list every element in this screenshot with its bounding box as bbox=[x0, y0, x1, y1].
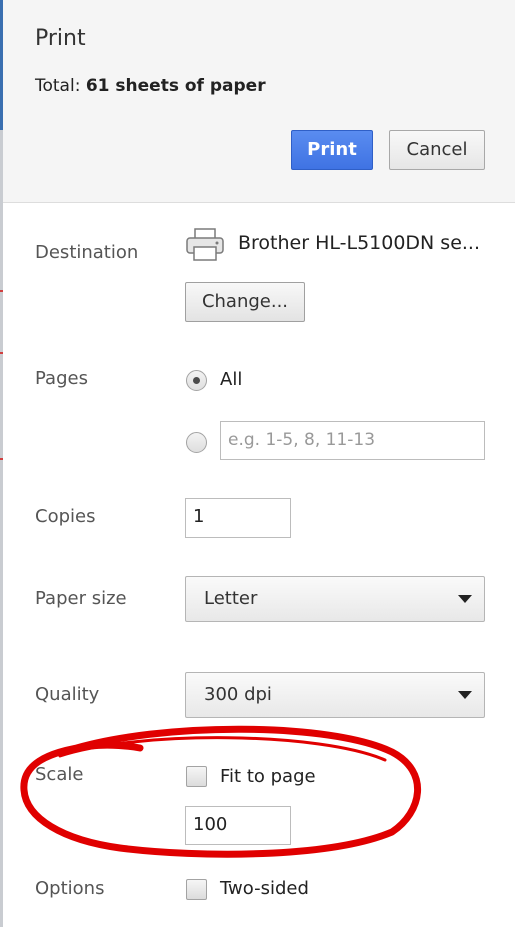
total-label: Total: bbox=[35, 76, 81, 96]
dialog-title: Print bbox=[35, 26, 86, 51]
fit-to-page-label[interactable]: Fit to page bbox=[220, 766, 316, 787]
change-destination-button[interactable]: Change... bbox=[185, 282, 305, 322]
quality-value: 300 dpi bbox=[204, 684, 272, 705]
pages-all-radio[interactable] bbox=[186, 370, 207, 391]
paper-size-label: Paper size bbox=[35, 588, 127, 609]
paper-size-value: Letter bbox=[204, 588, 258, 609]
options-label: Options bbox=[35, 878, 105, 899]
scale-label: Scale bbox=[35, 764, 84, 785]
dropdown-arrow-icon bbox=[458, 595, 472, 603]
pages-all-label[interactable]: All bbox=[220, 369, 242, 390]
scale-input[interactable]: 100 bbox=[185, 806, 291, 845]
two-sided-checkbox[interactable] bbox=[186, 879, 207, 900]
copies-label: Copies bbox=[35, 506, 96, 527]
paper-size-select[interactable]: Letter bbox=[185, 576, 485, 622]
fit-to-page-checkbox[interactable] bbox=[186, 766, 207, 787]
pages-custom-radio[interactable] bbox=[186, 432, 207, 453]
two-sided-label[interactable]: Two-sided bbox=[220, 878, 309, 899]
quality-select[interactable]: 300 dpi bbox=[185, 672, 485, 718]
destination-label: Destination bbox=[35, 242, 139, 263]
copies-input[interactable]: 1 bbox=[185, 498, 291, 538]
pages-custom-input[interactable]: e.g. 1-5, 8, 11-13 bbox=[220, 421, 485, 460]
radio-selected-dot bbox=[193, 377, 200, 384]
cancel-button[interactable]: Cancel bbox=[389, 130, 485, 170]
total-value: 61 sheets of paper bbox=[85, 76, 266, 96]
printer-name: Brother HL-L5100DN se... bbox=[238, 232, 481, 254]
print-button[interactable]: Print bbox=[291, 130, 373, 170]
print-header: Print Total: 61 sheets of paper Print Ca… bbox=[3, 0, 515, 203]
printer-icon bbox=[186, 228, 224, 261]
sheet-summary: Total: 61 sheets of paper bbox=[35, 76, 266, 96]
dropdown-arrow-icon bbox=[458, 691, 472, 699]
pages-label: Pages bbox=[35, 368, 88, 389]
print-dialog: Print Total: 61 sheets of paper Print Ca… bbox=[3, 0, 515, 927]
quality-label: Quality bbox=[35, 684, 100, 705]
